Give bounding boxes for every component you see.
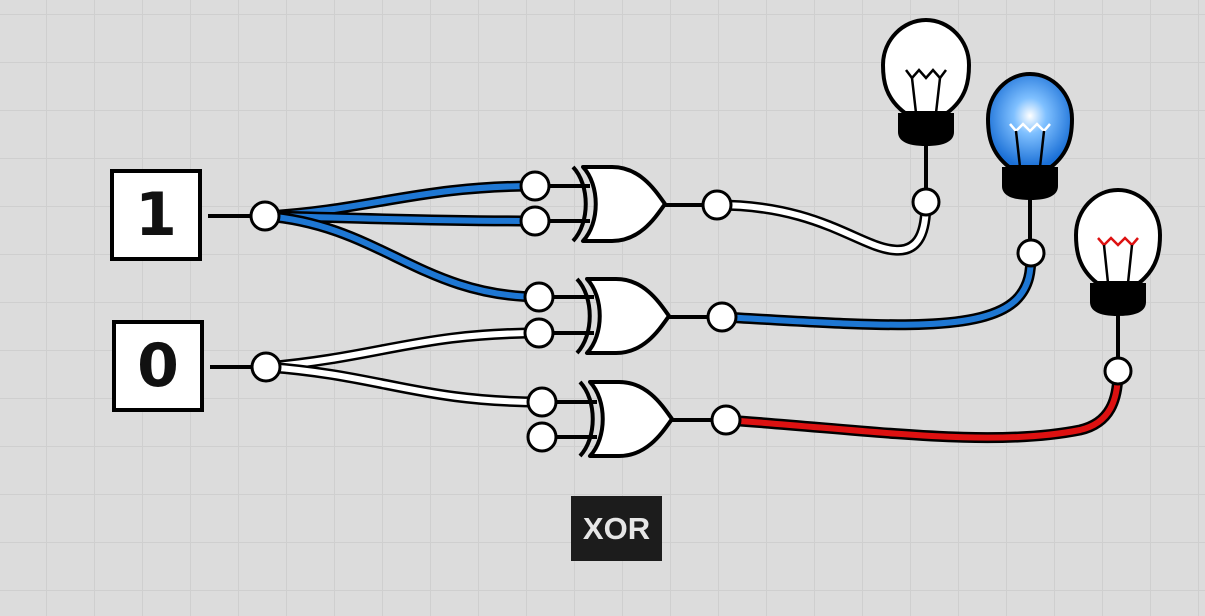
node-input-1-out[interactable] <box>249 200 281 232</box>
node-bulb3-in[interactable] <box>1103 356 1133 386</box>
input-switch-1[interactable]: 1 <box>110 169 202 261</box>
bulb-3-icon[interactable] <box>1074 188 1162 316</box>
wire-gate3-bulb3[interactable] <box>725 370 1124 444</box>
node-input-0-out[interactable] <box>250 351 282 383</box>
node-gate1-out[interactable] <box>701 189 733 221</box>
node-gate3-out[interactable] <box>710 404 742 436</box>
node-bulb1-in[interactable] <box>911 187 941 217</box>
wire-gate1-bulb1[interactable] <box>716 199 932 256</box>
node-gate2-in-a[interactable] <box>523 281 555 313</box>
bulb-1-icon[interactable] <box>881 18 971 146</box>
wire-input1-gate2-a[interactable] <box>264 210 540 303</box>
node-gate1-in-a[interactable] <box>519 170 551 202</box>
node-gate1-in-b[interactable] <box>519 205 551 237</box>
gate-type-label: XOR <box>571 496 662 561</box>
node-gate2-out[interactable] <box>706 301 738 333</box>
xor-gate-2[interactable] <box>552 277 708 355</box>
xor-gate-1[interactable] <box>548 165 703 243</box>
node-gate2-in-b[interactable] <box>523 317 555 349</box>
node-bulb2-in[interactable] <box>1016 238 1046 268</box>
xor-gate-3[interactable] <box>555 380 712 458</box>
wire-input0-gate3-a[interactable] <box>265 361 543 408</box>
node-gate3-in-a[interactable] <box>526 386 558 418</box>
wire-input0-gate2-b[interactable] <box>265 327 540 373</box>
node-gate3-in-b[interactable] <box>526 421 558 453</box>
wire-gate2-bulb2[interactable] <box>721 252 1037 331</box>
input-switch-0[interactable]: 0 <box>112 320 204 412</box>
bulb-2-icon[interactable] <box>986 72 1074 200</box>
